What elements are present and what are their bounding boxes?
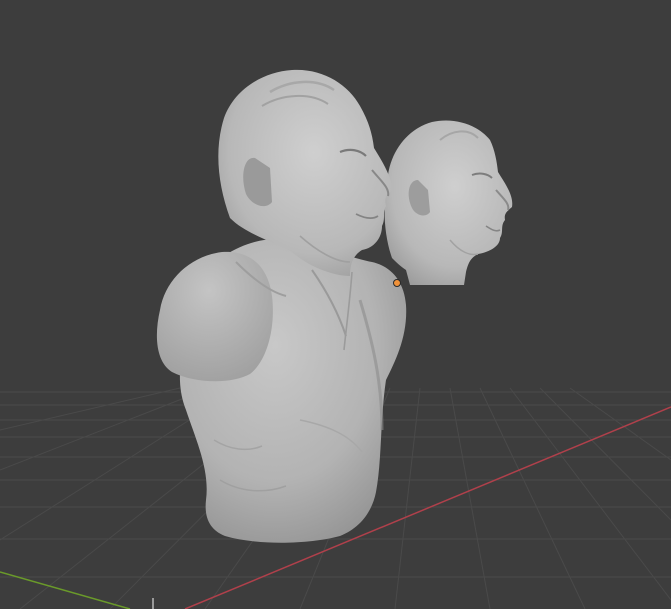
y-axis-line <box>0 571 131 609</box>
3d-viewport[interactable] <box>0 0 671 609</box>
head-sculpt[interactable] <box>384 120 513 285</box>
object-origin-point[interactable] <box>393 279 401 287</box>
viewport-canvas[interactable] <box>0 0 671 609</box>
